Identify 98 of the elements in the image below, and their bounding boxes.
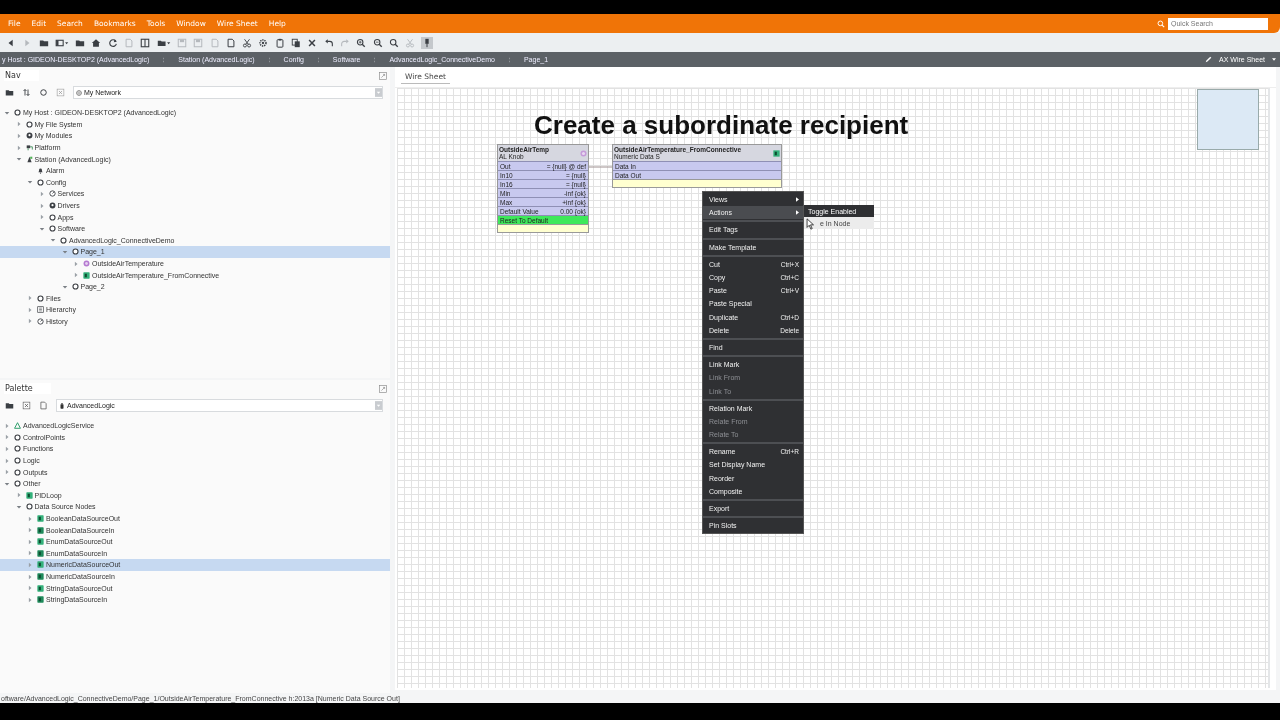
expand-arrow-icon[interactable] [27, 585, 33, 592]
expand-arrow-icon[interactable] [38, 190, 45, 197]
expand-arrow-icon[interactable] [27, 573, 33, 580]
component-icon [25, 503, 33, 511]
dial-icon [37, 318, 44, 325]
collapse-arrow-icon[interactable] [27, 179, 33, 186]
data-source-icon [37, 526, 44, 534]
expand-arrow-icon[interactable] [4, 422, 10, 429]
maximize-icon[interactable] [379, 384, 387, 393]
data-source-icon [37, 596, 44, 604]
cut-icon[interactable] [242, 37, 253, 48]
undo-icon[interactable] [323, 37, 334, 48]
component-icon [37, 294, 44, 302]
back-icon[interactable] [6, 37, 16, 48]
expand-arrow-icon[interactable] [38, 214, 45, 221]
gear-icon[interactable] [258, 37, 269, 48]
dial-icon [48, 190, 56, 198]
expand-arrow-icon[interactable] [27, 295, 33, 302]
caret-icon [375, 88, 382, 97]
triangle-icon [14, 422, 21, 430]
columns-icon[interactable] [140, 37, 151, 48]
expand-arrow-icon[interactable] [27, 306, 33, 313]
submenu-arrow-icon [796, 197, 799, 203]
collapse-arrow-icon[interactable] [38, 225, 45, 232]
expand-arrow-icon[interactable] [4, 446, 10, 452]
copy-icon[interactable] [291, 37, 302, 48]
expand-arrow-icon[interactable] [4, 434, 10, 441]
expand-arrow-icon[interactable] [15, 133, 22, 139]
collapse-arrow-icon[interactable] [4, 480, 10, 487]
expand-arrow-icon[interactable] [27, 561, 33, 568]
expand-arrow-icon[interactable] [73, 260, 79, 267]
expand-arrow-icon[interactable] [38, 202, 45, 209]
data-source-icon [773, 149, 780, 157]
refresh-icon[interactable] [39, 88, 48, 97]
expand-arrow-icon[interactable] [4, 469, 10, 476]
module-icon [25, 132, 33, 140]
caret-icon[interactable] [1272, 58, 1276, 61]
knob-icon [580, 149, 587, 157]
jar-icon [59, 402, 65, 409]
collapse-arrow-icon[interactable] [15, 503, 22, 510]
expand-arrow-icon[interactable] [27, 515, 33, 522]
pin-icon[interactable] [421, 36, 434, 49]
data-source-icon [37, 538, 44, 546]
caption-text: Create a subordinate recipient [534, 110, 909, 141]
data-source-icon [37, 515, 44, 523]
caret-icon [375, 401, 382, 410]
expand-arrow-icon[interactable] [27, 318, 33, 325]
expand-arrow-icon[interactable] [27, 527, 33, 534]
panel-title[interactable]: Nav [4, 70, 39, 81]
hierarchy-icon [37, 306, 44, 314]
component-icon [37, 178, 44, 186]
expand-arrow-icon[interactable] [15, 492, 22, 499]
zoom-out-icon[interactable] [372, 37, 383, 48]
refresh-icon[interactable] [107, 37, 118, 48]
data-source-icon [37, 573, 44, 580]
window-dropdown-icon[interactable] [54, 37, 69, 48]
data-source-icon [37, 561, 44, 569]
document-icon[interactable] [225, 37, 236, 48]
module-icon [48, 202, 56, 210]
collapse-arrow-icon[interactable] [50, 237, 56, 244]
pencil-icon[interactable] [1205, 56, 1213, 63]
data-source-icon [37, 549, 44, 557]
search-icon[interactable] [388, 37, 399, 48]
expand-arrow-icon[interactable] [15, 144, 22, 151]
overview-thumbnail[interactable] [1197, 89, 1259, 150]
home-icon[interactable] [91, 37, 102, 48]
collapse-arrow-icon[interactable] [61, 283, 68, 290]
collapse-arrow-icon[interactable] [15, 156, 22, 163]
expand-arrow-icon[interactable] [27, 550, 33, 557]
expand-arrow-icon[interactable] [73, 272, 79, 279]
expand-arrow-icon[interactable] [27, 538, 33, 545]
maximize-icon[interactable] [379, 71, 387, 80]
zoom-in-icon[interactable] [356, 37, 367, 48]
sync-icon[interactable] [22, 88, 31, 97]
collapse-arrow-icon[interactable] [61, 248, 68, 255]
search-icon [1157, 19, 1165, 28]
folder-icon[interactable] [5, 88, 14, 97]
collapse-arrow-icon[interactable] [4, 109, 10, 116]
bell-icon [37, 167, 44, 175]
station-icon [25, 155, 33, 163]
link-wire [589, 165, 612, 169]
expand-arrow-icon[interactable] [15, 121, 22, 128]
close-icon[interactable] [307, 37, 318, 48]
expand-arrow-icon[interactable] [27, 596, 33, 603]
panel-title[interactable]: Palette [4, 383, 51, 394]
data-source-icon [83, 271, 90, 279]
document-icon[interactable] [39, 401, 48, 410]
clipboard-icon[interactable] [274, 37, 285, 48]
folder-icon[interactable] [5, 401, 14, 410]
data-source-icon [37, 584, 44, 592]
cursor-icon [806, 218, 815, 230]
submenu-arrow-icon [796, 210, 799, 216]
globe-icon [76, 89, 82, 96]
knob-icon [83, 260, 90, 267]
expand-arrow-icon[interactable] [4, 457, 10, 464]
platform-icon [25, 144, 33, 152]
pid-block-icon [25, 491, 33, 499]
component-icon [71, 283, 79, 291]
